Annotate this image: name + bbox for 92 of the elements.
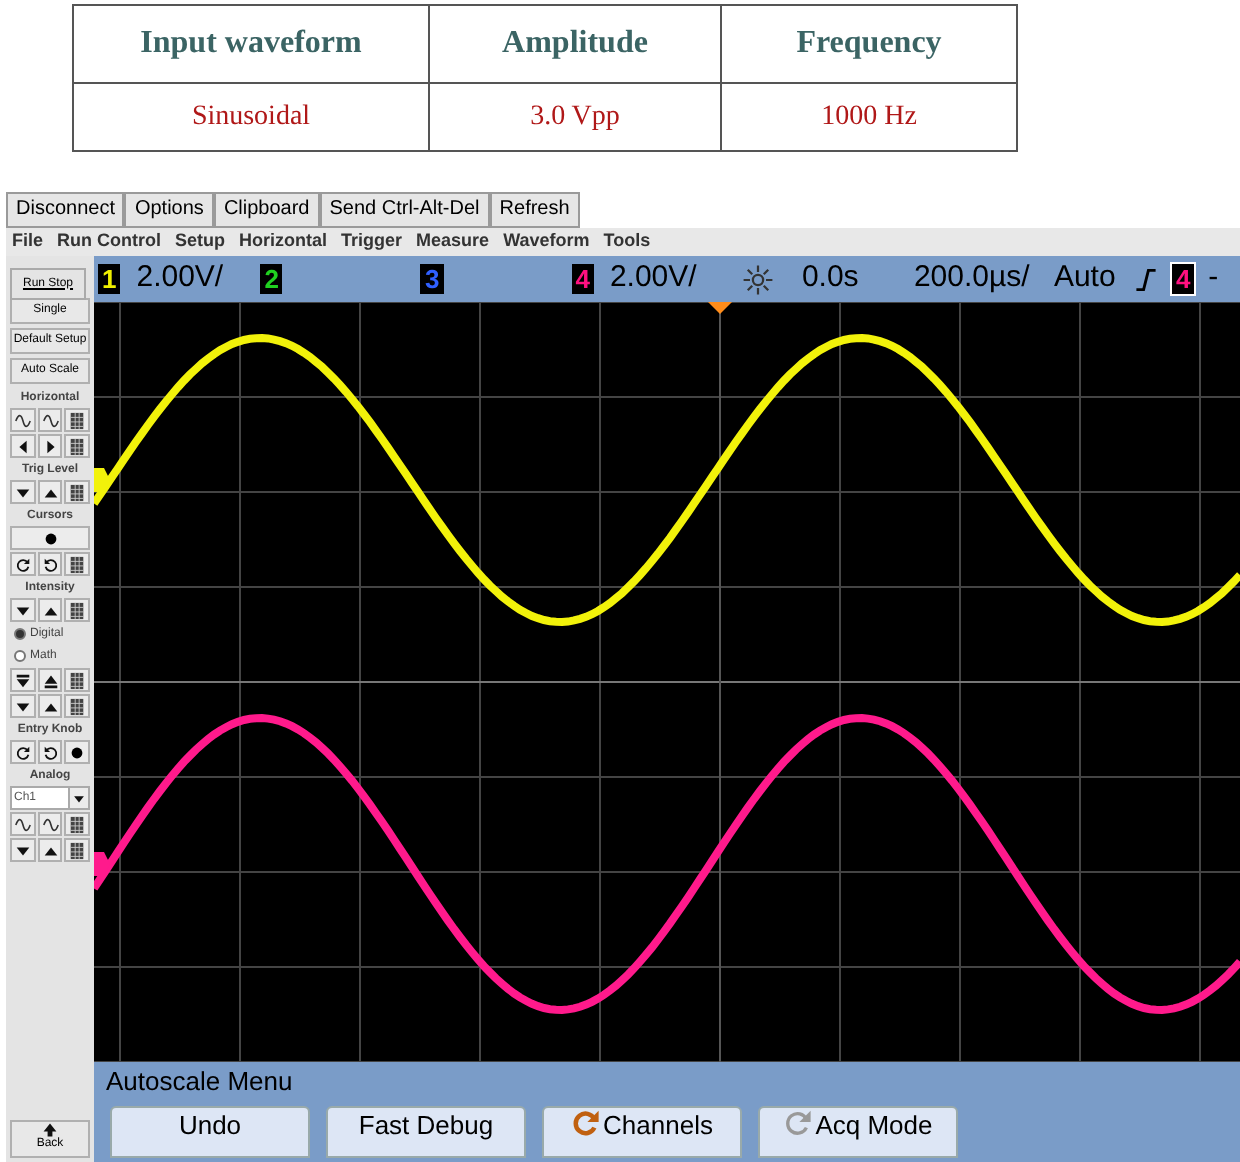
caret-icon bbox=[72, 791, 86, 805]
down-arrow-button[interactable] bbox=[10, 838, 36, 862]
timebase-readout: 200.0µs/ bbox=[913, 258, 1032, 299]
trigger-level: - bbox=[1208, 258, 1219, 299]
toolbar-button[interactable]: Options bbox=[124, 192, 214, 228]
softkey-button[interactable]: Fast Debug bbox=[326, 1106, 526, 1158]
radio-button[interactable] bbox=[14, 650, 26, 662]
toolbar-button[interactable]: Refresh bbox=[489, 192, 580, 228]
channel-indicator[interactable]: 4 bbox=[571, 264, 594, 294]
keypad-icon bbox=[68, 411, 87, 429]
keypad-icon bbox=[68, 555, 87, 573]
down-arrow-icon bbox=[13, 697, 32, 715]
keypad-icon bbox=[68, 671, 87, 689]
channel-indicator[interactable]: 3 bbox=[420, 264, 444, 294]
down-arrow-button[interactable] bbox=[10, 598, 36, 622]
softkey-button[interactable]: Undo bbox=[110, 1106, 310, 1158]
keypad-button[interactable] bbox=[64, 480, 91, 504]
channel-indicator[interactable]: 2 bbox=[260, 264, 283, 294]
radio-button[interactable] bbox=[14, 628, 26, 640]
keypad-button[interactable] bbox=[64, 434, 91, 458]
down-arrow-icon bbox=[13, 841, 32, 859]
channel-scale: 2.00V/ bbox=[136, 258, 226, 299]
menu-item[interactable]: Trigger bbox=[341, 228, 403, 256]
up-arrow-button[interactable] bbox=[37, 668, 63, 692]
keypad-button[interactable] bbox=[64, 552, 91, 576]
softkey-button[interactable]: Acq Mode bbox=[758, 1106, 958, 1158]
up-arrow-button[interactable] bbox=[37, 838, 63, 862]
toolbar-button[interactable]: Disconnect bbox=[6, 192, 125, 228]
dot-button[interactable] bbox=[10, 526, 90, 550]
up-arrow-button[interactable] bbox=[37, 480, 63, 504]
refresh-icon bbox=[783, 1108, 812, 1136]
softkey-label: Channels bbox=[603, 1108, 713, 1144]
channel-indicator[interactable]: 4 bbox=[1169, 262, 1197, 296]
softkey-button[interactable]: Channels bbox=[542, 1106, 742, 1158]
keypad-icon bbox=[68, 601, 87, 619]
menu-item[interactable]: Run Control bbox=[57, 228, 162, 256]
up-arrow-button[interactable] bbox=[37, 694, 63, 718]
table-cell: 1000 Hz bbox=[721, 82, 1017, 151]
keypad-button[interactable] bbox=[64, 668, 91, 692]
toolbar-button[interactable]: Send Ctrl-Alt-Del bbox=[319, 192, 490, 228]
down-arrow-button[interactable] bbox=[10, 694, 36, 718]
left-arrow-button[interactable] bbox=[10, 434, 36, 458]
keypad-icon bbox=[68, 815, 87, 833]
menu-title: Autoscale Menu bbox=[106, 1066, 293, 1098]
table-cell: Sinusoidal bbox=[73, 82, 429, 151]
channel-scale: 2.00V/ bbox=[609, 258, 699, 299]
keypad-button[interactable] bbox=[64, 694, 91, 718]
keypad-button[interactable] bbox=[64, 408, 91, 432]
rising-edge-icon bbox=[1133, 265, 1158, 293]
up-arrow-icon bbox=[42, 1122, 58, 1138]
sine-wave-button[interactable] bbox=[37, 408, 63, 432]
column-header: Amplitude bbox=[429, 5, 721, 83]
sun-icon bbox=[741, 263, 774, 295]
keypad-icon bbox=[68, 841, 87, 859]
column-header: Input waveform bbox=[73, 5, 429, 83]
right-arrow-button[interactable] bbox=[37, 434, 63, 458]
menu-item[interactable]: Setup bbox=[175, 228, 226, 256]
dot-icon bbox=[68, 743, 87, 761]
keypad-icon bbox=[68, 437, 87, 455]
down-arrow-icon bbox=[13, 483, 32, 501]
keypad-button[interactable] bbox=[64, 812, 91, 836]
delay-readout: 0.0s bbox=[801, 258, 861, 299]
down-arrow-icon bbox=[13, 601, 32, 619]
menu-item[interactable]: Tools bbox=[603, 228, 651, 256]
menu-item[interactable]: File bbox=[12, 228, 44, 256]
keypad-button[interactable] bbox=[64, 598, 91, 622]
table-cell: 3.0 Vpp bbox=[429, 82, 721, 151]
menu-item[interactable]: Measure bbox=[416, 228, 490, 256]
dot-button[interactable] bbox=[64, 740, 91, 764]
down-arrow-button[interactable] bbox=[10, 668, 36, 692]
softkey-label: Undo bbox=[178, 1108, 242, 1144]
softkey-label: Fast Debug bbox=[358, 1108, 494, 1144]
menu-item[interactable]: Waveform bbox=[503, 228, 590, 256]
sine-wave-button[interactable] bbox=[10, 408, 36, 432]
right-arrow-icon bbox=[41, 437, 59, 455]
refresh-icon bbox=[571, 1108, 600, 1136]
keypad-icon bbox=[68, 483, 87, 501]
menu-item[interactable]: Horizontal bbox=[239, 228, 328, 256]
up-arrow-icon bbox=[41, 671, 59, 689]
column-header: Frequency bbox=[721, 5, 1017, 83]
down-arrow-button[interactable] bbox=[10, 480, 36, 504]
down-arrow-icon bbox=[13, 671, 32, 689]
dot-icon bbox=[41, 529, 59, 547]
sine-wave-button[interactable] bbox=[37, 812, 63, 836]
softkey-label: Acq Mode bbox=[815, 1108, 933, 1144]
up-arrow-button[interactable] bbox=[37, 598, 63, 622]
channel-indicator[interactable]: 1 bbox=[98, 264, 121, 294]
toolbar-button[interactable]: Clipboard bbox=[213, 192, 320, 228]
sine-wave-button[interactable] bbox=[10, 812, 36, 836]
keypad-button[interactable] bbox=[64, 838, 91, 862]
keypad-icon bbox=[68, 697, 87, 715]
trigger-mode: Auto bbox=[1053, 258, 1118, 299]
